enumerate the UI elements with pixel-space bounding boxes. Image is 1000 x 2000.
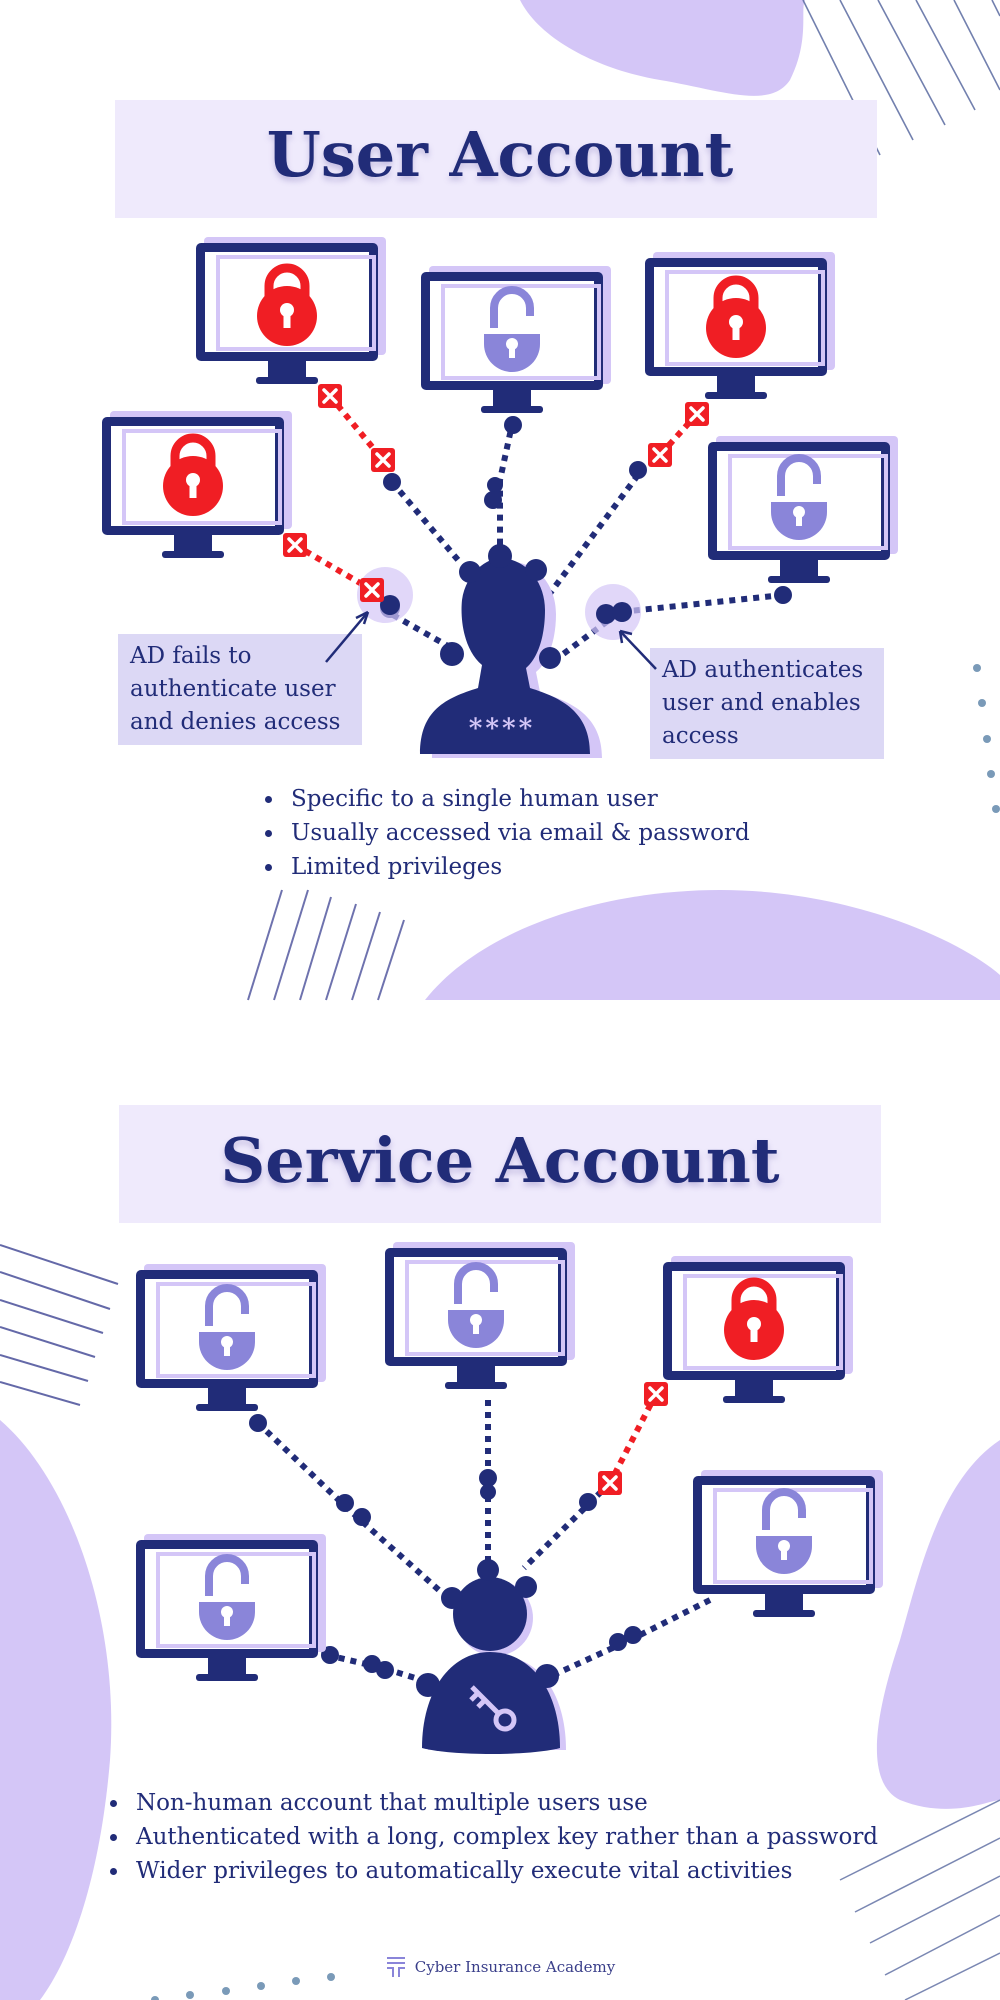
shield-logo-icon bbox=[386, 1957, 405, 1977]
stripes-mid-left bbox=[247, 889, 405, 1001]
bullet-item: Specific to a single human user bbox=[285, 782, 750, 816]
link-top-right-granted bbox=[542, 473, 641, 602]
bullet-item: Wider privileges to automatically execut… bbox=[130, 1854, 878, 1888]
service-account-diagram bbox=[134, 1240, 885, 1754]
arrow-icon bbox=[618, 629, 657, 670]
bullet-item: Limited privileges bbox=[285, 850, 750, 884]
link-top-right-granted bbox=[521, 1480, 613, 1571]
blob-top bbox=[520, 0, 805, 96]
brand-name: Cyber Insurance Academy bbox=[414, 1958, 616, 1976]
link-top-left-granted bbox=[389, 480, 461, 562]
deny-x-icon bbox=[358, 576, 386, 604]
blob-user-bottom bbox=[425, 890, 1000, 1000]
password-mask: **** bbox=[468, 714, 536, 744]
link-top-right-denied bbox=[607, 1392, 659, 1485]
deny-x-icon bbox=[642, 1380, 670, 1408]
bullet-item: Authenticated with a long, complex key r… bbox=[130, 1820, 878, 1854]
user-account-title: User Account bbox=[266, 118, 734, 191]
service-account-title: Service Account bbox=[220, 1124, 780, 1197]
user-account-bullets: Specific to a single human user Usually … bbox=[255, 782, 750, 884]
arrow-icon bbox=[325, 610, 370, 663]
deny-x-icon bbox=[316, 382, 344, 410]
footer: Cyber Insurance Academy bbox=[0, 1955, 1000, 1979]
deny-x-icon bbox=[281, 531, 309, 559]
deny-x-icon bbox=[596, 1469, 624, 1497]
callout-grant: AD authenticates user and enables access bbox=[650, 648, 884, 759]
bullet-item: Non-human account that multiple users us… bbox=[130, 1786, 878, 1820]
deny-x-icon bbox=[646, 441, 674, 469]
deny-x-icon bbox=[683, 400, 711, 428]
service-account-bullets: Non-human account that multiple users us… bbox=[100, 1786, 878, 1888]
bullet-item: Usually accessed via email & password bbox=[285, 816, 750, 850]
deny-x-icon bbox=[369, 446, 397, 474]
